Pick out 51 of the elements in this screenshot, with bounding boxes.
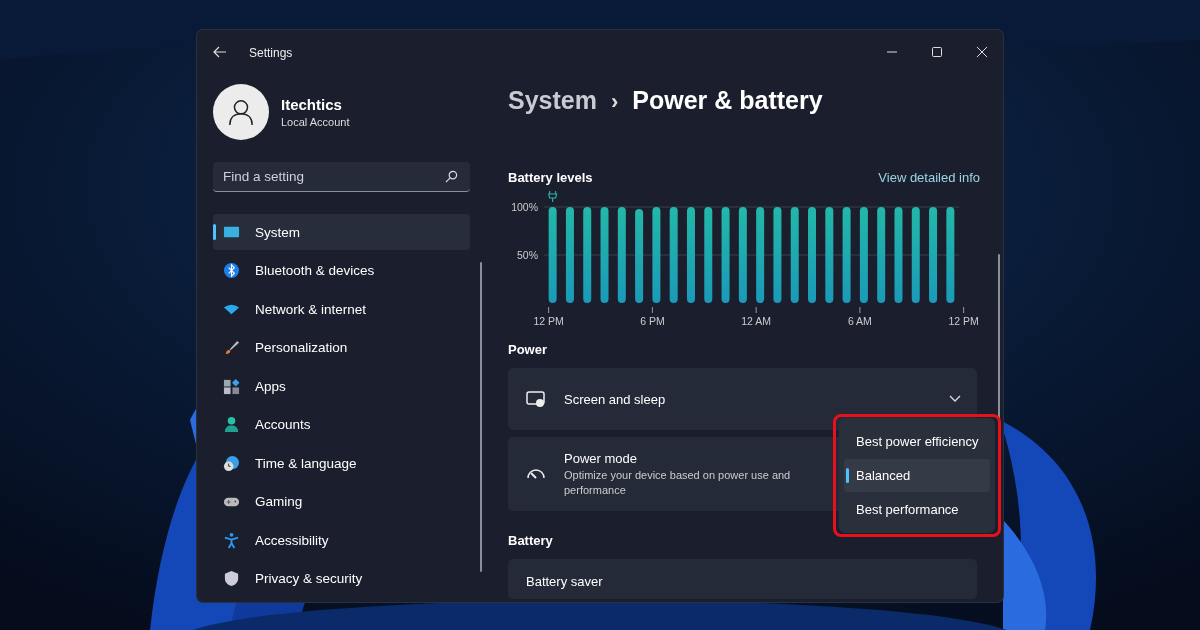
setting-title: Battery saver <box>526 574 603 589</box>
chevron-icon[interactable] <box>949 395 961 403</box>
window-title: Settings <box>249 46 293 60</box>
axis-label: 12 PM <box>948 315 979 327</box>
sidebar-item[interactable]: Personalization <box>213 329 470 366</box>
sidebar-item[interactable]: Bluetooth & devices <box>213 252 470 289</box>
menu-option[interactable]: Best performance <box>844 493 990 526</box>
axis-label: 6 AM <box>847 315 872 327</box>
maximize-icon[interactable] <box>932 47 942 57</box>
sidebar-item[interactable]: Privacy & security <box>213 560 470 597</box>
sidebar-item[interactable]: Apps <box>213 368 470 404</box>
section-heading: Battery <box>508 533 554 548</box>
detail-link[interactable]: View detailed info <box>878 170 980 185</box>
bluetooth-icon <box>223 262 240 279</box>
page-title: Power & battery <box>632 86 823 115</box>
setting-card[interactable]: Screen and sleep <box>508 368 977 430</box>
setting-title: Power mode <box>564 450 638 466</box>
sidebar-item[interactable]: Accessibility <box>213 522 470 558</box>
menu-option[interactable]: Balanced <box>844 459 990 492</box>
axis-label: 12 PM <box>533 315 564 327</box>
axis-label: 50% <box>517 249 538 261</box>
sidebar-item[interactable]: Accounts <box>213 406 470 443</box>
screen-sleep-icon <box>526 390 546 408</box>
setting-card[interactable]: Battery saver <box>508 559 977 599</box>
section-heading: Battery levels <box>508 170 593 185</box>
axis-label: 6 PM <box>640 315 665 327</box>
account-type: Local Account <box>281 116 350 128</box>
apps-icon <box>223 377 240 395</box>
search-field[interactable]: Find a setting <box>213 162 470 192</box>
section-heading: Power <box>508 342 548 357</box>
brush-icon <box>223 339 240 356</box>
search-icon[interactable] <box>445 170 458 183</box>
breadcrumb-separator: › <box>610 89 619 115</box>
axis-label: 100% <box>511 201 538 213</box>
setting-description: Optimize your device based on power use and performance <box>564 467 792 498</box>
avatar <box>213 84 269 140</box>
plug-icon <box>548 190 558 203</box>
axis-label: 12 AM <box>741 315 772 327</box>
close-icon[interactable] <box>977 47 987 57</box>
breadcrumb-link[interactable]: System <box>508 86 597 115</box>
accessibility-icon <box>223 531 240 549</box>
person-icon <box>223 416 240 433</box>
back-icon[interactable] <box>213 46 227 58</box>
sidebar-item[interactable]: System <box>213 214 470 250</box>
account-name: Itechtics <box>281 96 343 113</box>
globe-clock-icon <box>223 454 240 472</box>
setting-title: Screen and sleep <box>564 391 666 407</box>
sidebar-item[interactable]: Time & language <box>213 445 470 481</box>
sidebar-item[interactable]: Gaming <box>213 483 470 520</box>
sidebar-item[interactable]: Network & internet <box>213 291 470 327</box>
shield-icon <box>223 570 240 587</box>
